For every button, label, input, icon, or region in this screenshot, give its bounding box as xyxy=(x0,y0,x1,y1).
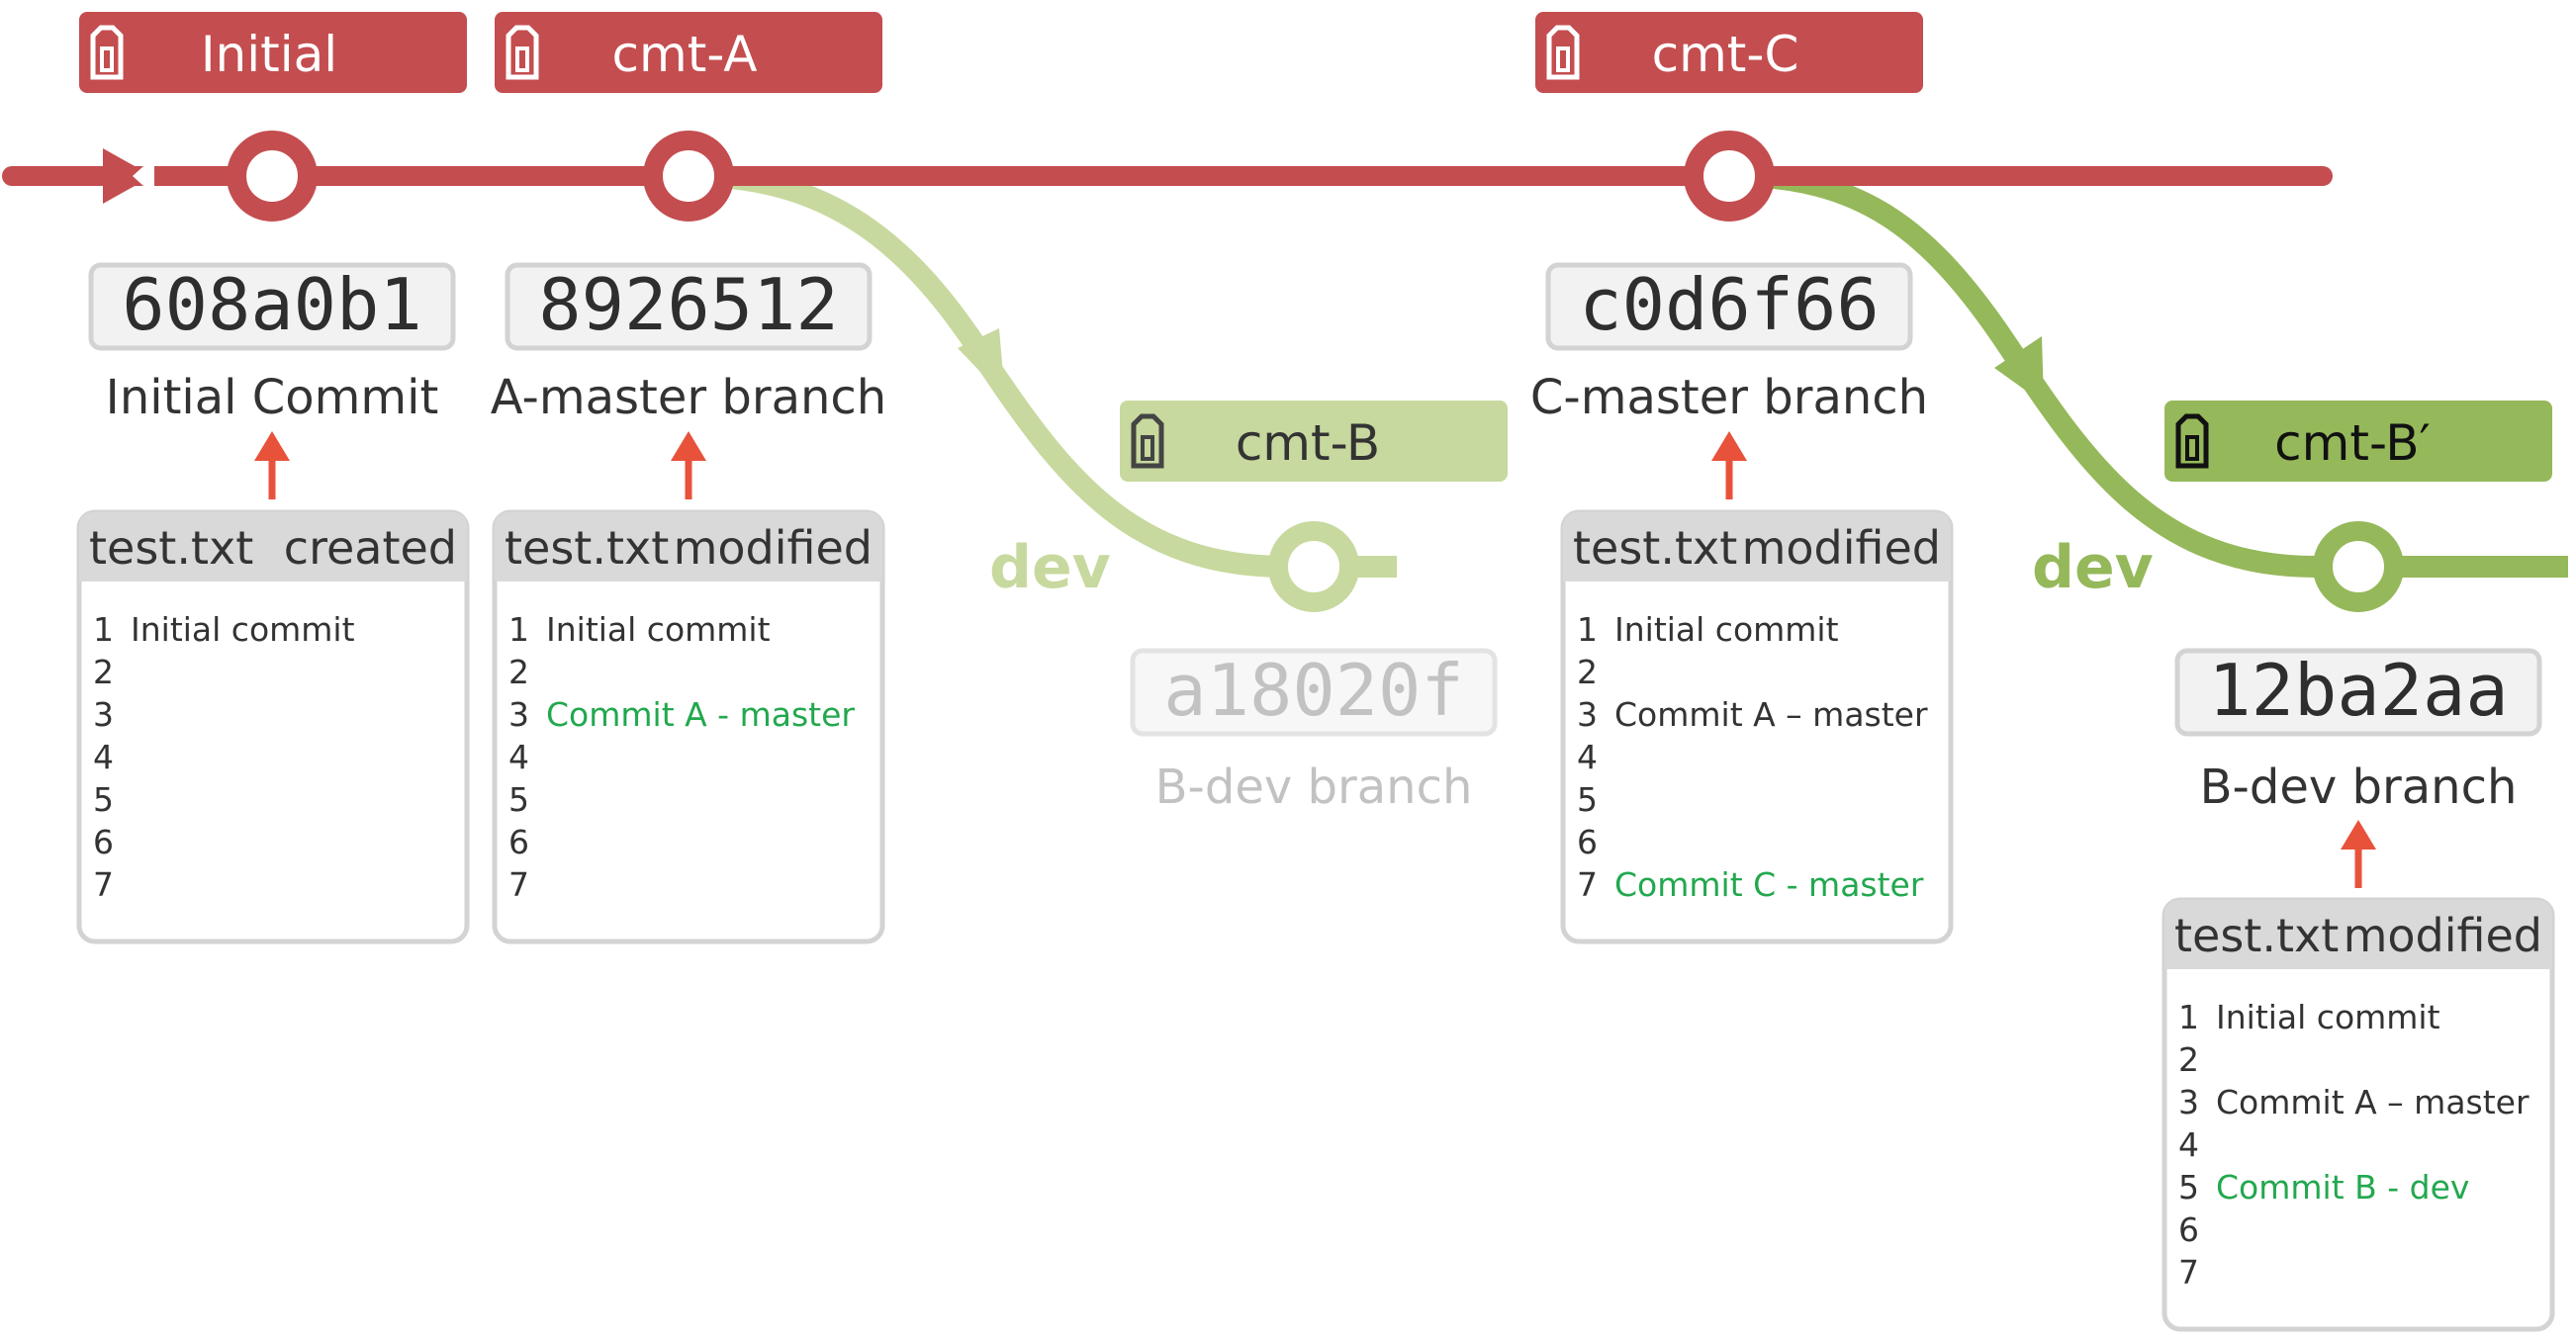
line-number: 4 xyxy=(508,738,529,776)
line-number: 6 xyxy=(93,823,114,861)
line-number: 2 xyxy=(93,653,114,691)
commit-hash-c[interactable]: c0d6f66 xyxy=(1545,262,1913,351)
file-status: modified xyxy=(2344,909,2542,962)
line-number: 5 xyxy=(508,780,529,819)
line-text-added: Commit C - master xyxy=(1614,865,1924,904)
tag-cmt-b-prime[interactable]: cmt-B′ xyxy=(2164,401,2552,482)
file-status: modified xyxy=(674,521,873,575)
line-number: 1 xyxy=(2178,998,2199,1036)
line-number: 5 xyxy=(1577,780,1598,819)
file-card-a[interactable]: test.txt modified 1 Initial commit 2 3 Commit … xyxy=(492,509,885,944)
line-text: Commit A – master xyxy=(1614,695,1928,734)
line-text-added: Commit B - dev xyxy=(2216,1168,2469,1207)
tag-cmt-c-label: cmt-C xyxy=(1652,26,1799,83)
line-text-added: Commit A - master xyxy=(546,695,855,734)
commit-node-c[interactable] xyxy=(1684,131,1775,222)
line-number: 7 xyxy=(2178,1253,2199,1292)
line-number: 5 xyxy=(93,780,114,819)
commit-node-initial[interactable] xyxy=(227,131,318,222)
commit-desc-b: B-dev branch xyxy=(1155,760,1473,815)
tag-cmt-c[interactable]: cmt-C xyxy=(1535,12,1923,93)
file-card-b-rebased[interactable]: test.txt modified 1 Initial commit 2 3 Commit … xyxy=(2162,897,2555,1332)
commit-desc-a: A-master branch xyxy=(491,370,886,425)
commit-hash-c-text: c0d6f66 xyxy=(1579,263,1879,346)
file-card-c[interactable]: test.txt modified 1 Initial commit 2 3 Commit … xyxy=(1560,509,1954,944)
line-number: 7 xyxy=(1577,865,1598,904)
line-number: 3 xyxy=(508,695,529,734)
line-text: Initial commit xyxy=(1614,610,1839,649)
line-number: 2 xyxy=(1577,653,1598,691)
tag-initial[interactable]: Initial xyxy=(79,12,467,93)
line-number: 3 xyxy=(2178,1083,2199,1121)
master-start-arrow-notch xyxy=(133,156,154,196)
line-number: 6 xyxy=(2178,1210,2199,1249)
line-number: 4 xyxy=(93,738,114,776)
tag-cmt-a-label: cmt-A xyxy=(612,26,758,83)
file-name: test.txt xyxy=(505,521,669,575)
git-rebase-diagram: dev dev Initial cmt-A cmt-C cmt-B cmt-B′… xyxy=(2,12,2568,1332)
line-number: 4 xyxy=(1577,738,1598,776)
file-name: test.txt xyxy=(89,521,253,575)
commit-hash-b[interactable]: a18020f xyxy=(1130,648,1498,737)
line-number: 1 xyxy=(1577,610,1598,649)
line-text: Commit A – master xyxy=(2216,1083,2530,1121)
dev-branch-label-rebased: dev xyxy=(2032,533,2154,602)
arrow-up-icon xyxy=(254,431,290,499)
line-text: Initial commit xyxy=(546,610,771,649)
commit-hash-initial[interactable]: 608a0b1 xyxy=(88,262,456,351)
arrow-up-icon xyxy=(2341,820,2376,888)
commit-node-b[interactable] xyxy=(1268,521,1359,612)
line-number: 1 xyxy=(93,610,114,649)
arrow-up-icon xyxy=(1711,431,1747,499)
arrow-up-icon xyxy=(671,431,706,499)
file-name: test.txt xyxy=(2174,909,2339,962)
commit-desc-initial: Initial Commit xyxy=(106,370,439,425)
line-number: 6 xyxy=(508,823,529,861)
commit-hash-a-text: 8926512 xyxy=(538,263,838,346)
commit-hash-b-text: a18020f xyxy=(1163,649,1463,732)
line-text: Initial commit xyxy=(131,610,355,649)
commit-node-a[interactable] xyxy=(643,131,734,222)
line-number: 5 xyxy=(2178,1168,2199,1207)
file-status: modified xyxy=(1742,521,1941,575)
line-number: 6 xyxy=(1577,823,1598,861)
commit-hash-b-rebased-text: 12ba2aa xyxy=(2208,649,2508,732)
file-name: test.txt xyxy=(1573,521,1737,575)
tag-cmt-b-prime-label: cmt-B′ xyxy=(2274,414,2431,472)
line-number: 1 xyxy=(508,610,529,649)
line-number: 7 xyxy=(508,865,529,904)
line-number: 3 xyxy=(93,695,114,734)
tag-initial-label: Initial xyxy=(201,26,337,83)
tag-cmt-b[interactable]: cmt-B xyxy=(1120,401,1508,482)
tag-cmt-b-label: cmt-B xyxy=(1236,414,1380,472)
commit-node-b-rebased[interactable] xyxy=(2313,521,2404,612)
file-status: created xyxy=(284,521,457,575)
line-number: 3 xyxy=(1577,695,1598,734)
line-text: Initial commit xyxy=(2216,998,2440,1036)
line-number: 2 xyxy=(508,653,529,691)
file-card-initial[interactable]: test.txt created 1 Initial commit 2 3 4 5 6 7 xyxy=(76,509,470,944)
dev-branch-label-original: dev xyxy=(989,533,1111,602)
commit-desc-c: C-master branch xyxy=(1530,370,1928,425)
tag-cmt-a[interactable]: cmt-A xyxy=(495,12,882,93)
line-number: 7 xyxy=(93,865,114,904)
commit-hash-a[interactable]: 8926512 xyxy=(505,262,873,351)
commit-hash-b-rebased[interactable]: 12ba2aa xyxy=(2174,648,2542,737)
commit-hash-initial-text: 608a0b1 xyxy=(122,263,421,346)
line-number: 2 xyxy=(2178,1040,2199,1079)
commit-desc-b-rebased: B-dev branch xyxy=(2200,760,2518,815)
line-number: 4 xyxy=(2178,1125,2199,1164)
